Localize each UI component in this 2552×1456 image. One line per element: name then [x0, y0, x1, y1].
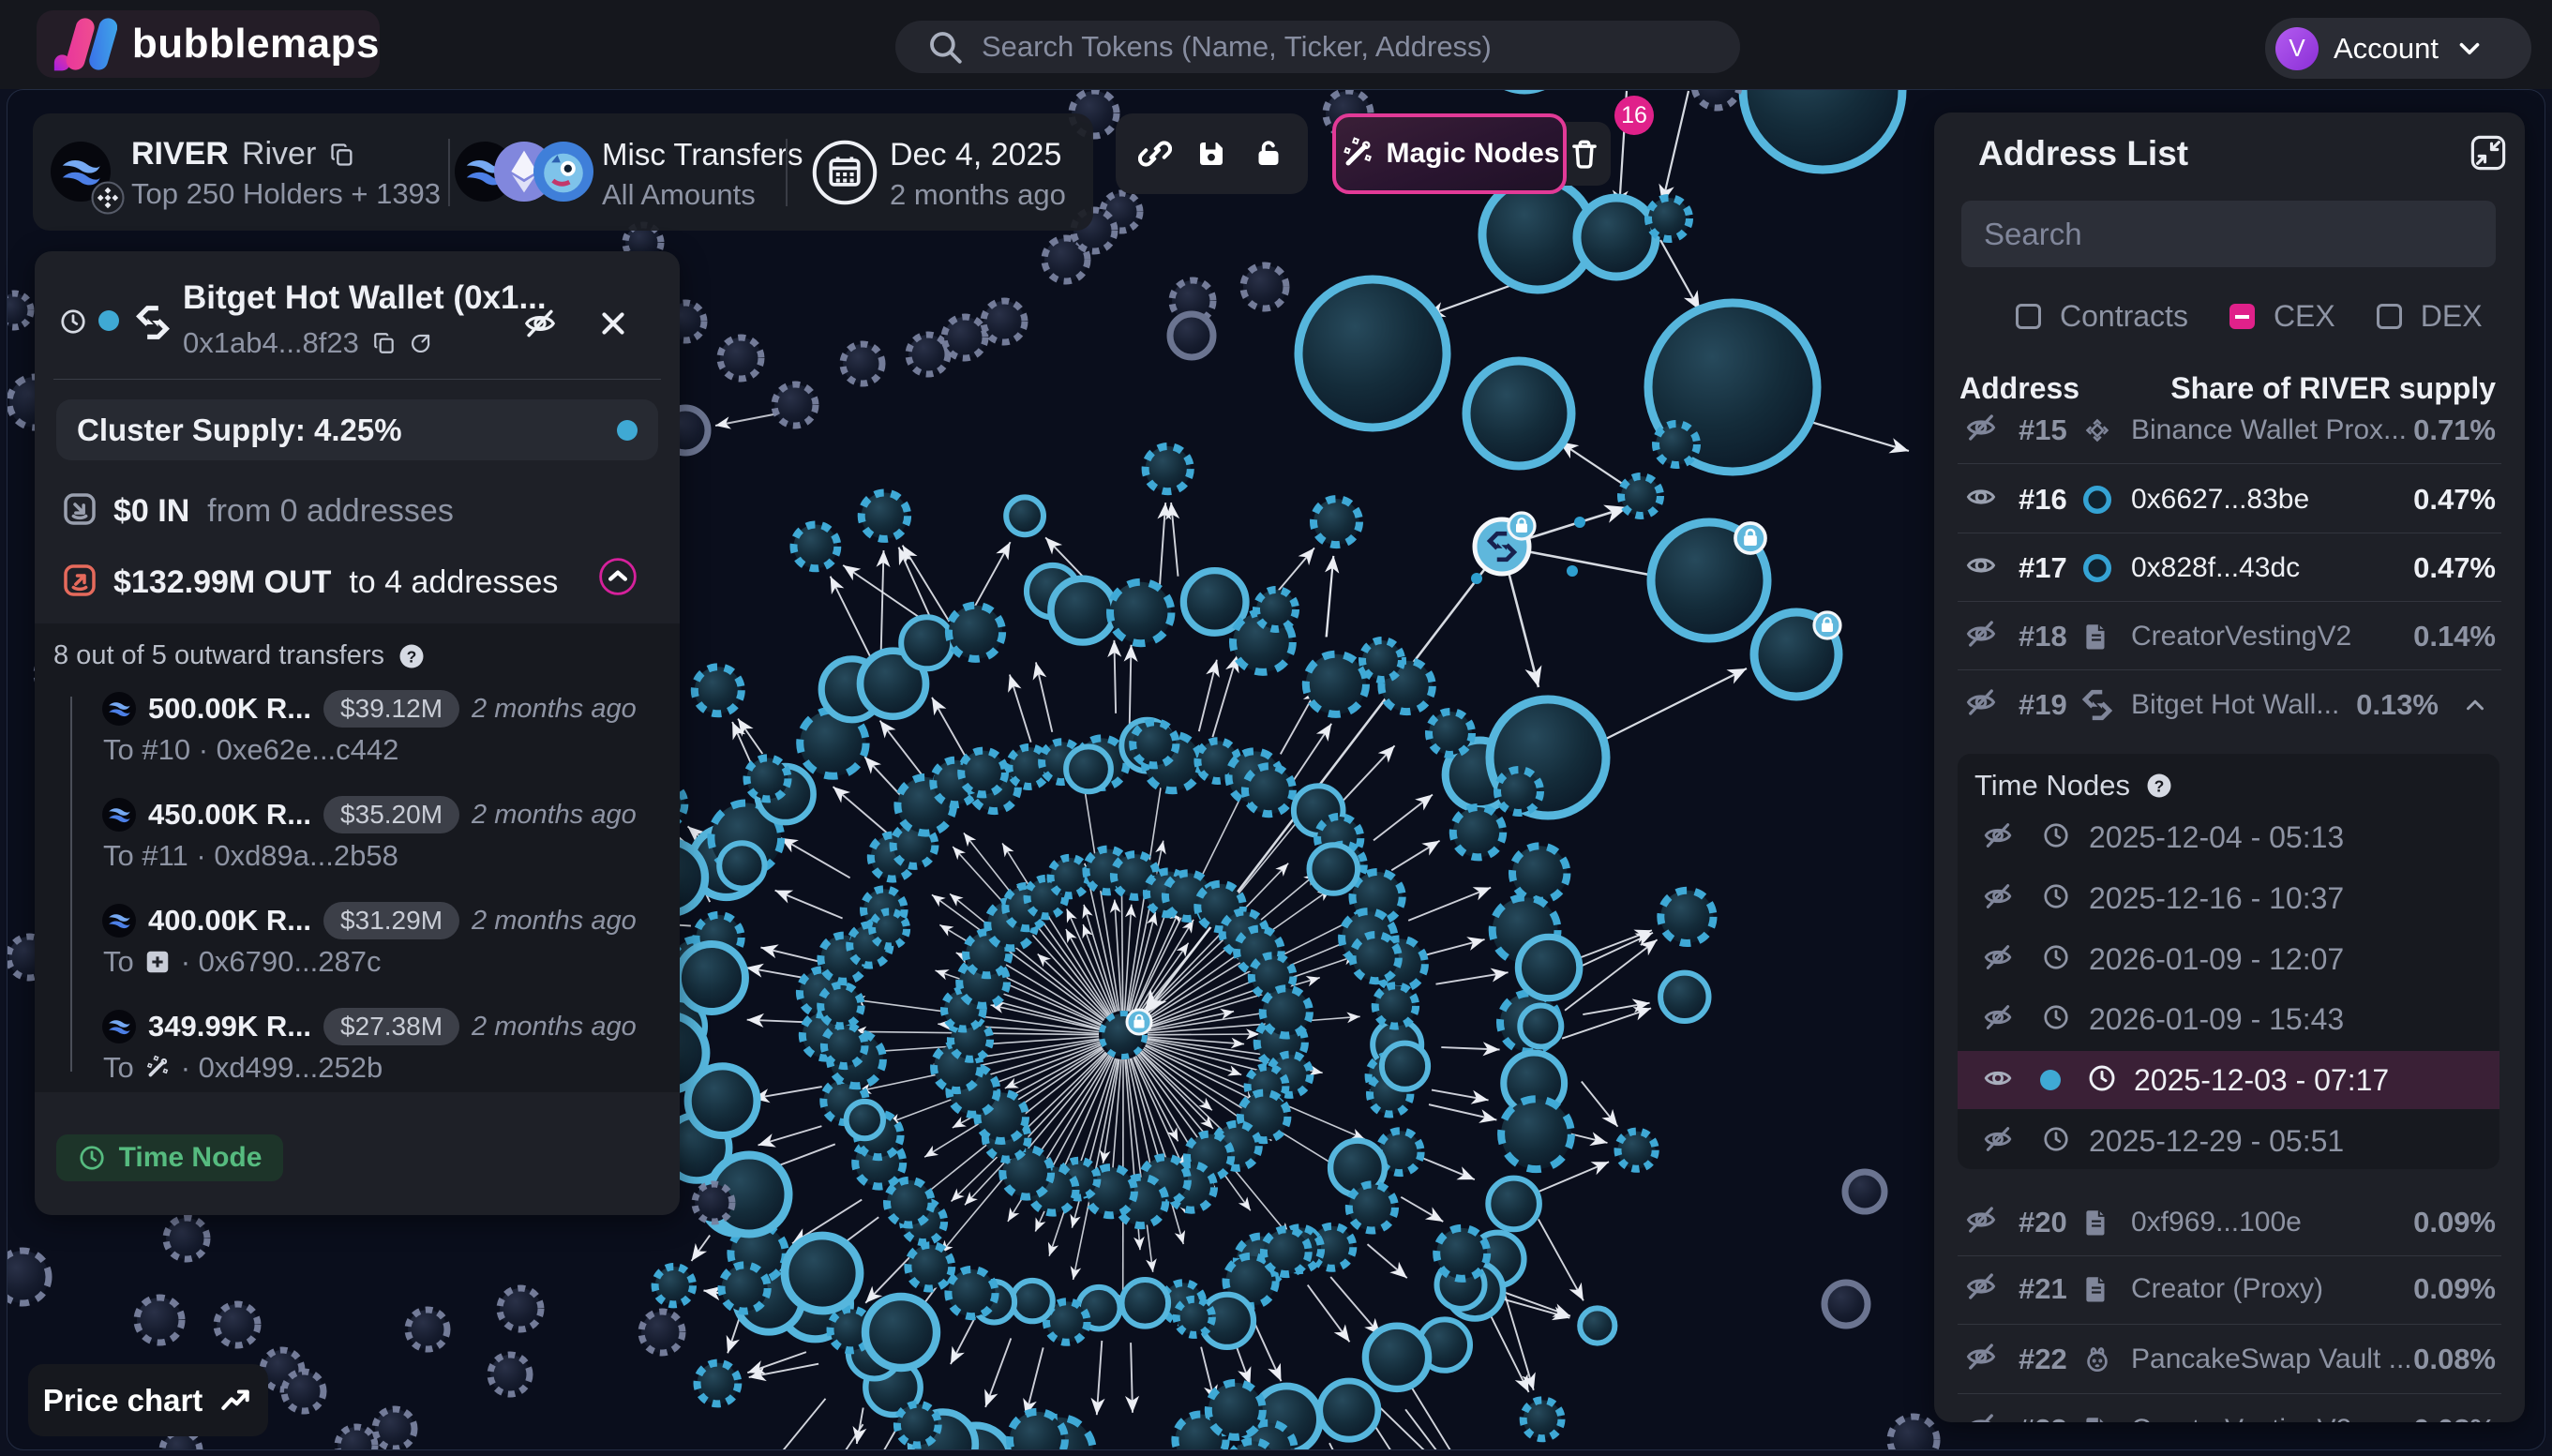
svg-text:?: ? — [407, 647, 417, 666]
svg-text:?: ? — [2154, 776, 2165, 795]
